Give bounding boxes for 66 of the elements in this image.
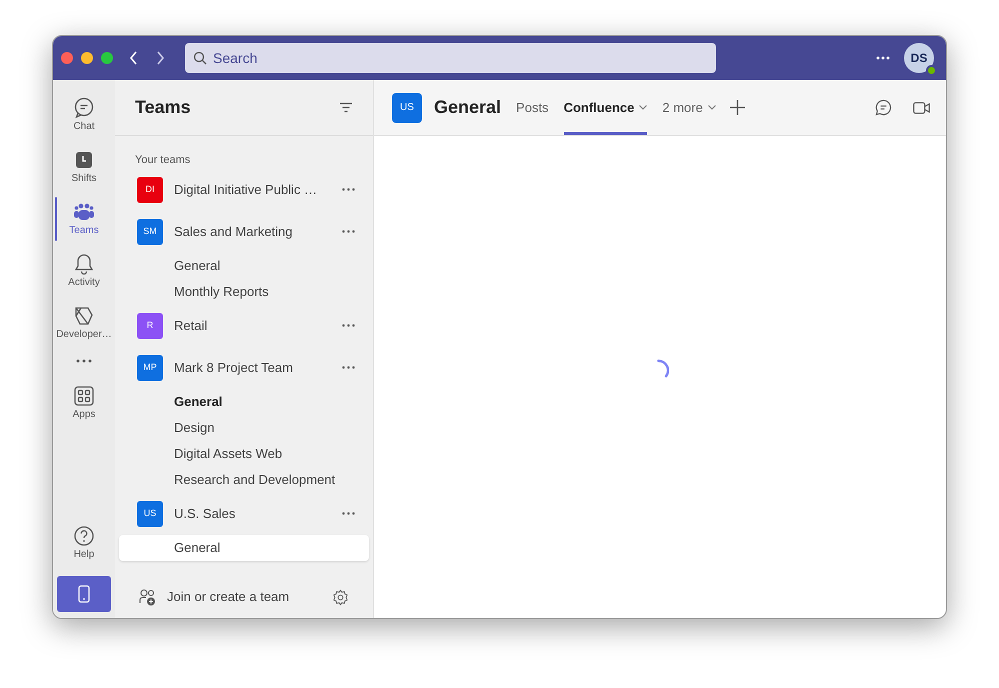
- caret-icon: [639, 105, 648, 110]
- search-field[interactable]: Search: [185, 43, 716, 73]
- channel-item[interactable]: Monthly Reports: [119, 278, 369, 304]
- channel-item[interactable]: Research and Development: [119, 466, 369, 492]
- user-avatar[interactable]: DS: [904, 43, 934, 73]
- add-tab-icon[interactable]: [730, 100, 745, 115]
- channel-title: General: [434, 96, 502, 119]
- rail-item[interactable]: Shifts: [53, 141, 115, 193]
- channel-item[interactable]: General: [119, 252, 369, 278]
- panel-title: Teams: [135, 96, 191, 119]
- rail-item[interactable]: Chat: [53, 89, 115, 141]
- developer-portal-icon: [73, 305, 95, 327]
- team-avatar: SM: [137, 218, 163, 244]
- more-options-icon[interactable]: [342, 188, 355, 191]
- loading-spinner-icon: [656, 359, 668, 378]
- mobile-app-button[interactable]: [57, 576, 111, 612]
- rail-item[interactable]: Teams: [53, 193, 115, 245]
- settings-icon[interactable]: [332, 588, 349, 606]
- search-icon: [193, 51, 207, 65]
- team-name[interactable]: U.S. Sales: [174, 504, 236, 524]
- filter-icon[interactable]: [339, 102, 353, 113]
- add-people-icon: [139, 588, 157, 606]
- channel-item[interactable]: General: [119, 388, 369, 414]
- clock-icon: [73, 149, 95, 171]
- more-options-icon[interactable]: [342, 324, 355, 327]
- chat-icon[interactable]: [875, 99, 892, 116]
- people-icon: [73, 201, 95, 223]
- close-window-icon[interactable]: [61, 52, 73, 64]
- phone-icon: [78, 585, 90, 603]
- section-heading: Your teams: [135, 153, 190, 168]
- team-name[interactable]: Sales and Marketing: [174, 222, 293, 242]
- rail-item[interactable]: Activity: [53, 245, 115, 297]
- team-name[interactable]: Mark 8 Project Team: [174, 358, 293, 378]
- forward-icon[interactable]: [155, 51, 165, 65]
- channel-tab[interactable]: 2 more: [662, 80, 716, 135]
- team-avatar: MP: [137, 354, 163, 380]
- more-options-icon[interactable]: [342, 512, 355, 515]
- apps-grid-icon: [73, 385, 95, 407]
- more-apps-icon[interactable]: [76, 359, 92, 363]
- video-camera-icon[interactable]: [913, 102, 930, 114]
- team-name[interactable]: Digital Initiative Public …: [174, 180, 318, 200]
- channel-item[interactable]: Design: [119, 414, 369, 440]
- team-avatar: DI: [137, 176, 163, 202]
- team-avatar: US: [392, 92, 422, 122]
- bell-icon: [73, 253, 95, 275]
- more-options-icon[interactable]: [342, 366, 355, 369]
- back-icon[interactable]: [129, 51, 139, 65]
- channel-item[interactable]: General: [119, 534, 369, 560]
- rail-item[interactable]: Help: [53, 517, 115, 569]
- channel-tab[interactable]: Posts: [516, 80, 549, 135]
- rail-item[interactable]: Apps: [53, 377, 115, 429]
- presence-status-icon: [926, 65, 937, 76]
- minimize-window-icon[interactable]: [81, 52, 93, 64]
- more-options-icon[interactable]: [342, 230, 355, 233]
- channel-tab[interactable]: Confluence: [564, 80, 648, 135]
- more-options-icon[interactable]: [876, 56, 890, 60]
- help-icon: [73, 525, 95, 547]
- chat-bubble-icon: [73, 97, 95, 119]
- caret-icon: [708, 105, 716, 110]
- team-avatar: R: [137, 312, 163, 338]
- rail-item[interactable]: Developer…: [53, 297, 115, 349]
- channel-item[interactable]: Digital Assets Web: [119, 440, 369, 466]
- team-avatar: US: [137, 500, 163, 526]
- join-team-link[interactable]: Join or create a team: [167, 587, 290, 607]
- team-name[interactable]: Retail: [174, 316, 208, 336]
- zoom-window-icon[interactable]: [101, 52, 113, 64]
